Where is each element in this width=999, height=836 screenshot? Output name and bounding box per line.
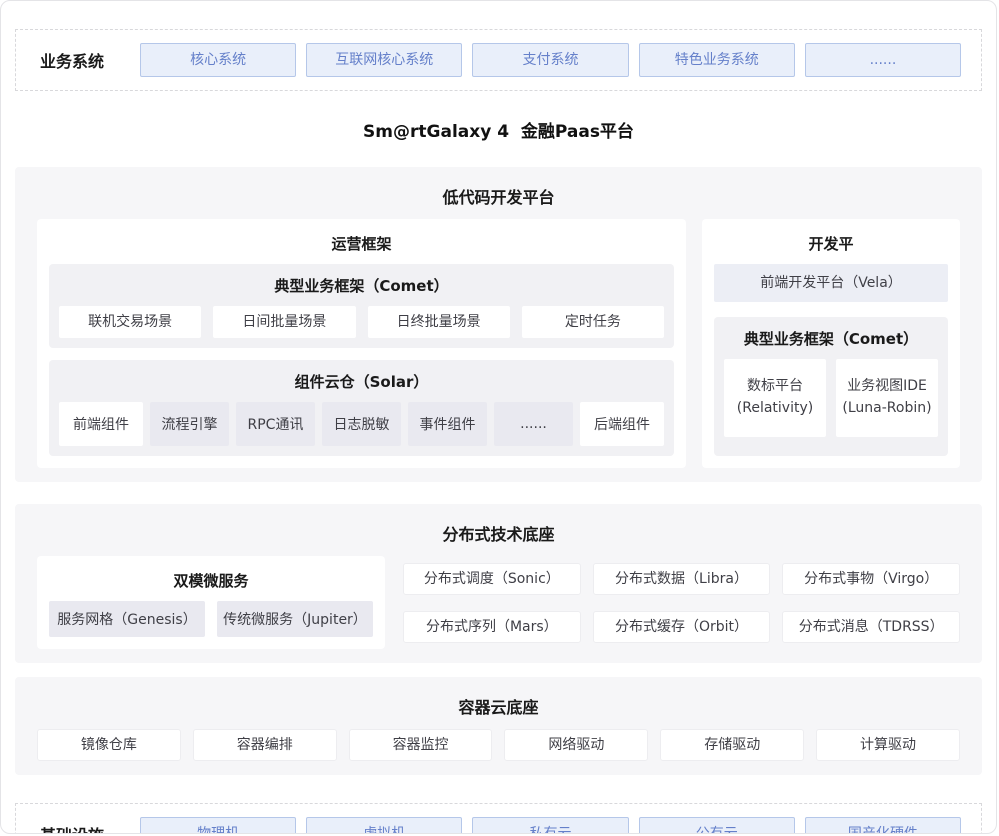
- dev-platform-card: 开发平 前端开发平台（Vela） 典型业务框架（Comet） 数标平台 (Rel…: [702, 219, 960, 468]
- microservice-chip: 服务网格（Genesis）: [49, 601, 205, 637]
- business-systems-panel: 业务系统 核心系统互联网核心系统支付系统特色业务系统......: [15, 29, 982, 91]
- infrastructure-button[interactable]: 虚拟机: [306, 817, 462, 834]
- comet-scenario-item: 定时任务: [522, 306, 664, 338]
- business-system-button[interactable]: 互联网核心系统: [306, 43, 462, 77]
- container-capability-item: 存储驱动: [660, 729, 804, 761]
- dev-tool-item: 业务视图IDE (Luna-Robin): [836, 359, 938, 437]
- infrastructure-items: 物理机虚拟机私有云公有云国产化硬件: [140, 817, 961, 834]
- platform-title: Sm@rtGalaxy 4 金融Paas平台: [15, 117, 982, 142]
- container-capability-item: 容器编排: [193, 729, 337, 761]
- architecture-diagram-page: 业务系统 核心系统互联网核心系统支付系统特色业务系统...... Sm@rtGa…: [0, 0, 997, 834]
- microservice-chip: 传统微服务（Jupiter）: [217, 601, 373, 637]
- dual-mode-title: 双模微服务: [49, 562, 373, 601]
- dual-mode-items: 服务网格（Genesis） 传统微服务（Jupiter）: [49, 601, 373, 637]
- solar-warehouse-title: 组件云仓（Solar）: [59, 364, 664, 402]
- distributed-service-item: 分布式序列（Mars）: [403, 611, 581, 643]
- comet-scenario-item: 联机交易场景: [59, 306, 201, 338]
- operation-framework-card: 运营框架 典型业务框架（Comet） 联机交易场景日间批量场景日终批量场景定时任…: [37, 219, 686, 468]
- frontend-components-item: 前端组件: [59, 402, 143, 446]
- dev-platform-title: 开发平: [714, 225, 948, 264]
- business-system-button[interactable]: 特色业务系统: [639, 43, 795, 77]
- dual-mode-microservices-card: 双模微服务 服务网格（Genesis） 传统微服务（Jupiter）: [37, 556, 385, 649]
- backend-components-item: 后端组件: [580, 402, 664, 446]
- infrastructure-button[interactable]: 国产化硬件: [805, 817, 961, 834]
- business-systems-label: 业务系统: [40, 48, 140, 72]
- container-cloud-title: 容器云底座: [37, 687, 960, 729]
- container-cloud-section: 容器云底座 镜像仓库容器编排容器监控网络驱动存储驱动计算驱动: [15, 677, 982, 775]
- infrastructure-button[interactable]: 私有云: [472, 817, 628, 834]
- container-capability-item: 网络驱动: [504, 729, 648, 761]
- distributed-service-item: 分布式事物（Virgo）: [782, 563, 960, 595]
- distributed-services-grid: 分布式调度（Sonic） 分布式数据（Libra） 分布式事物（Virgo） 分布式序…: [403, 556, 960, 649]
- solar-component-chip: RPC通讯: [236, 402, 315, 446]
- business-systems-items: 核心系统互联网核心系统支付系统特色业务系统......: [140, 43, 961, 77]
- solar-items-row: 前端组件 流程引擎RPC通讯日志脱敏事件组件...... 后端组件: [59, 402, 664, 446]
- infrastructure-label: 基础设施: [40, 822, 140, 834]
- vela-frontend-platform-item: 前端开发平台（Vela）: [714, 264, 948, 302]
- container-cloud-items: 镜像仓库容器编排容器监控网络驱动存储驱动计算驱动: [37, 729, 960, 761]
- business-system-button[interactable]: ......: [805, 43, 961, 77]
- distributed-service-item: 分布式调度（Sonic）: [403, 563, 581, 595]
- infrastructure-panel: 基础设施 物理机虚拟机私有云公有云国产化硬件: [15, 803, 982, 834]
- solar-component-chip: 流程引擎: [150, 402, 229, 446]
- infrastructure-button[interactable]: 物理机: [140, 817, 296, 834]
- operation-framework-title: 运营框架: [49, 225, 674, 264]
- distributed-section: 分布式技术底座 双模微服务 服务网格（Genesis） 传统微服务（Jupiter…: [15, 504, 982, 663]
- distributed-service-item: 分布式数据（Libra）: [593, 563, 771, 595]
- container-capability-item: 容器监控: [349, 729, 493, 761]
- low-code-section: 低代码开发平台 运营框架 典型业务框架（Comet） 联机交易场景日间批量场景日…: [15, 167, 982, 482]
- comet-framework-box: 典型业务框架（Comet） 联机交易场景日间批量场景日终批量场景定时任务: [49, 264, 674, 348]
- container-capability-item: 镜像仓库: [37, 729, 181, 761]
- comet-framework-title: 典型业务框架（Comet）: [59, 268, 664, 306]
- solar-component-chip: ......: [494, 402, 573, 446]
- solar-warehouse-box: 组件云仓（Solar） 前端组件 流程引擎RPC通讯日志脱敏事件组件......…: [49, 360, 674, 456]
- distributed-service-item: 分布式缓存（Orbit）: [593, 611, 771, 643]
- solar-middle-items: 流程引擎RPC通讯日志脱敏事件组件......: [150, 402, 573, 446]
- business-system-button[interactable]: 支付系统: [472, 43, 628, 77]
- container-capability-item: 计算驱动: [816, 729, 960, 761]
- low-code-section-title: 低代码开发平台: [37, 177, 960, 219]
- comet-scenario-item: 日间批量场景: [213, 306, 355, 338]
- dev-comet-items: 数标平台 (Relativity) 业务视图IDE (Luna-Robin): [724, 359, 938, 437]
- business-system-button[interactable]: 核心系统: [140, 43, 296, 77]
- dev-comet-title: 典型业务框架（Comet）: [724, 321, 938, 359]
- dev-tool-item: 数标平台 (Relativity): [724, 359, 826, 437]
- comet-framework-items: 联机交易场景日间批量场景日终批量场景定时任务: [59, 306, 664, 338]
- dev-comet-box: 典型业务框架（Comet） 数标平台 (Relativity) 业务视图IDE …: [714, 317, 948, 456]
- solar-component-chip: 事件组件: [408, 402, 487, 446]
- distributed-service-item: 分布式消息（TDRSS）: [782, 611, 960, 643]
- infrastructure-button[interactable]: 公有云: [639, 817, 795, 834]
- comet-scenario-item: 日终批量场景: [368, 306, 510, 338]
- distributed-section-title: 分布式技术底座: [37, 514, 960, 556]
- solar-component-chip: 日志脱敏: [322, 402, 401, 446]
